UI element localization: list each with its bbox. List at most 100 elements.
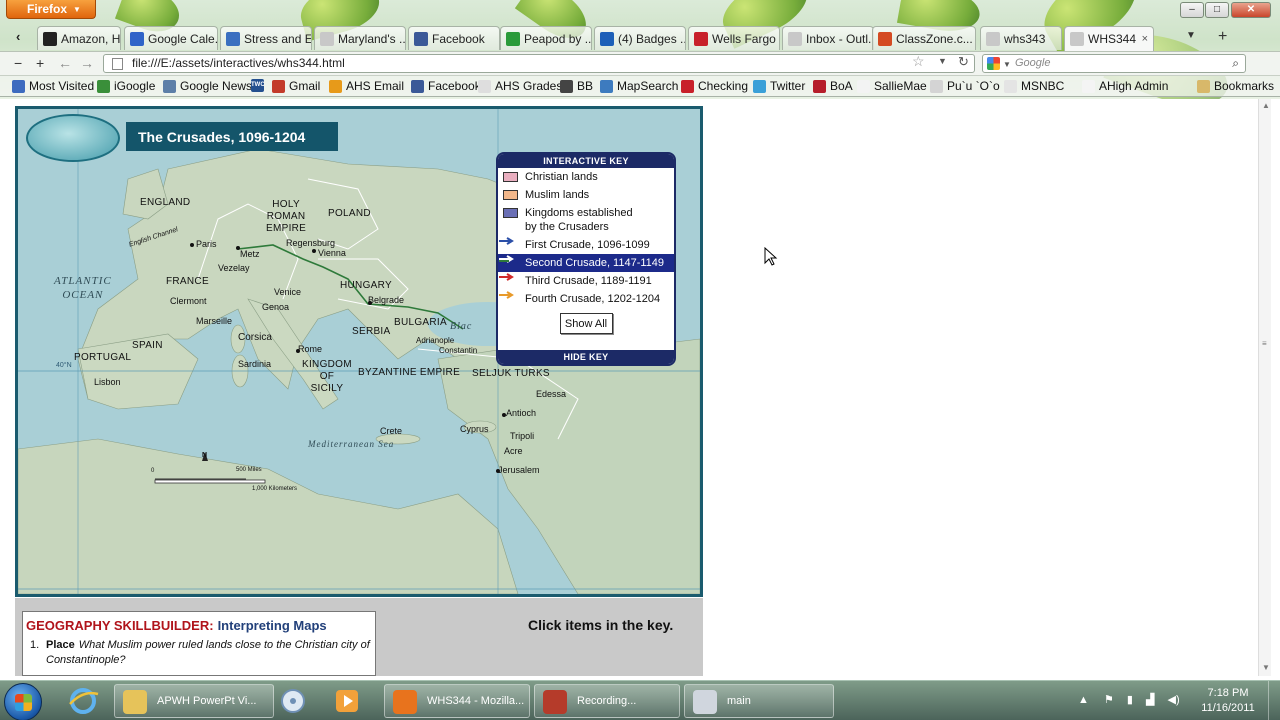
media-player-icon[interactable] xyxy=(322,684,372,718)
show-desktop-button[interactable] xyxy=(1268,681,1280,720)
bookmark-item[interactable]: TWC xyxy=(251,79,268,92)
tab-12[interactable]: WHS344 × xyxy=(1064,26,1154,51)
bookmark-item[interactable]: Google News xyxy=(163,79,252,93)
bookmark-label: Google News xyxy=(180,79,253,93)
key-item[interactable]: Second Crusade, 1147-1149 xyxy=(498,254,674,272)
search-engine-dropdown-icon[interactable]: ▼ xyxy=(1003,56,1011,73)
bookmark-item[interactable]: Twitter xyxy=(753,79,805,93)
bookmark-item[interactable]: AHigh Admin xyxy=(1082,79,1168,93)
forward-icon[interactable]: → xyxy=(80,55,94,71)
firefox-menu-button[interactable]: Firefox ▼ xyxy=(6,0,96,19)
tab-2[interactable]: Google Cale... xyxy=(124,26,218,50)
volume-icon[interactable]: ◀) xyxy=(1168,694,1180,706)
scroll-down-icon[interactable]: ▼ xyxy=(1262,663,1270,672)
tab-label: Maryland's ... xyxy=(338,31,406,46)
label-acre: Acre xyxy=(504,446,523,456)
bookmark-favicon-icon xyxy=(97,79,110,93)
hide-key-button[interactable]: HIDE KEY xyxy=(498,350,674,364)
skillbuilder-title-main: GEOGRAPHY SKILLBUILDER: xyxy=(26,618,214,633)
clock-date: 11/16/2011 xyxy=(1201,702,1255,714)
label-adrianople: Adrianople xyxy=(416,336,455,345)
bookmark-item[interactable]: MapSearch xyxy=(600,79,678,93)
vertical-scrollbar[interactable]: ▲ ≡ ▼ xyxy=(1258,99,1271,676)
bookmark-item[interactable]: MSNBC xyxy=(1004,79,1064,93)
bookmark-item[interactable]: SallieMae xyxy=(857,79,927,93)
label-spain: SPAIN xyxy=(132,340,163,351)
reload-icon[interactable]: ↻ xyxy=(958,54,969,70)
maximize-button[interactable]: □ xyxy=(1205,2,1229,18)
bookmark-item[interactable]: Bookmarks xyxy=(1197,79,1274,93)
legend-swatch xyxy=(503,190,518,200)
bookmark-item[interactable]: AHS Email xyxy=(329,79,404,93)
mouse-cursor-icon xyxy=(764,247,778,266)
url-history-dropdown-icon[interactable]: ▼ xyxy=(938,56,947,66)
key-item-label: Second Crusade, 1147-1149 xyxy=(525,257,665,269)
key-item-list: Christian lands Muslim lands Kingdoms esta… xyxy=(498,168,674,308)
minus-icon[interactable]: − xyxy=(14,55,22,71)
system-clock[interactable]: 7:18 PM 11/16/2011 xyxy=(1192,686,1264,716)
bookmark-star-icon[interactable]: ☆ xyxy=(912,53,925,70)
tab-label: Peapod by ... xyxy=(524,31,592,46)
tab-9[interactable]: Inbox - Outl... xyxy=(782,26,874,50)
bookmark-item[interactable]: AHS Grades xyxy=(478,79,562,93)
route-arrow-icon xyxy=(499,273,514,281)
internet-explorer-icon[interactable] xyxy=(58,684,108,718)
bookmark-item[interactable]: Pu`u `O`o xyxy=(930,79,1000,93)
tab-label: Google Cale... xyxy=(148,31,218,46)
city-dot xyxy=(312,249,316,253)
search-icon[interactable]: ⌕ xyxy=(1232,55,1239,72)
back-icon[interactable]: ← xyxy=(58,55,72,71)
tab-11[interactable]: whs343 xyxy=(980,26,1062,50)
tab-8[interactable]: Wells Fargo ... xyxy=(688,26,780,50)
bookmark-item[interactable]: BB xyxy=(560,79,593,93)
new-tab-button[interactable]: + xyxy=(1218,28,1227,46)
scroll-up-icon[interactable]: ▲ xyxy=(1262,101,1270,110)
taskbar-window-button[interactable]: WHS344 - Mozilla... xyxy=(384,684,530,718)
bookmark-item[interactable]: Gmail xyxy=(272,79,320,93)
bookmark-item[interactable]: Checking xyxy=(681,79,748,93)
clock-time: 7:18 PM xyxy=(1207,687,1249,699)
key-item[interactable]: Kingdoms established by the Crusaders xyxy=(498,204,674,236)
city-dot xyxy=(368,301,372,305)
key-item[interactable]: First Crusade, 1096-1099 xyxy=(498,236,674,254)
taskbar-window-button[interactable]: Recording... xyxy=(534,684,680,718)
tab-7[interactable]: (4) Badges ... xyxy=(594,26,686,50)
list-all-tabs-icon[interactable]: ▼ xyxy=(1186,30,1196,41)
bookmark-item[interactable]: Facebook xyxy=(411,79,481,93)
bookmark-item[interactable]: BoA xyxy=(813,79,853,93)
bookmark-item[interactable]: iGoogle xyxy=(97,79,155,93)
network-icon[interactable]: ▮ xyxy=(1127,694,1133,706)
tray-chevron-icon[interactable]: ▲ xyxy=(1078,694,1089,706)
url-bar[interactable]: file:///E:/assets/interactives/whs344.ht… xyxy=(103,54,975,73)
tab-5[interactable]: Facebook xyxy=(408,26,500,50)
start-button[interactable] xyxy=(4,683,42,720)
key-item[interactable]: Muslim lands xyxy=(498,186,674,204)
tab-3[interactable]: Stress and E... xyxy=(220,26,312,50)
minimize-button[interactable]: – xyxy=(1180,2,1204,18)
signal-icon[interactable]: ▟ xyxy=(1146,694,1154,706)
taskbar-window-button[interactable]: main xyxy=(684,684,834,718)
tab-6[interactable]: Peapod by ... xyxy=(500,26,592,50)
search-bar[interactable]: ▼ Google ⌕ xyxy=(982,54,1246,73)
label-antioch: Antioch xyxy=(506,408,537,418)
media-center-icon[interactable] xyxy=(268,684,318,718)
taskbar-window-button[interactable]: APWH PowerPt Vi... xyxy=(114,684,274,718)
plus-icon[interactable]: + xyxy=(36,55,44,71)
close-tab-icon[interactable]: × xyxy=(1142,33,1148,45)
tab-1[interactable]: Amazon, H... xyxy=(37,26,121,50)
close-window-button[interactable]: ✕ xyxy=(1231,2,1271,18)
tab-4[interactable]: Maryland's ... xyxy=(314,26,406,50)
tab-label: (4) Badges ... xyxy=(618,31,686,46)
key-item[interactable]: Christian lands xyxy=(498,168,674,186)
show-all-button[interactable]: Show All xyxy=(559,313,613,334)
action-center-icon[interactable]: ⚑ xyxy=(1104,694,1114,706)
tab-scroll-left-icon[interactable]: ‹ xyxy=(16,29,20,44)
key-item[interactable]: Fourth Crusade, 1202-1204 xyxy=(498,290,674,308)
google-icon[interactable] xyxy=(987,57,1000,70)
tab-10[interactable]: ClassZone.c... xyxy=(872,26,976,50)
key-item[interactable]: Third Crusade, 1189-1191 xyxy=(498,272,674,290)
bookmark-item[interactable]: Most Visited xyxy=(12,79,94,93)
scroll-grip-icon[interactable]: ≡ xyxy=(1262,339,1267,348)
bookmark-label: Gmail xyxy=(289,79,321,93)
label-portugal: PORTUGAL xyxy=(74,352,132,363)
